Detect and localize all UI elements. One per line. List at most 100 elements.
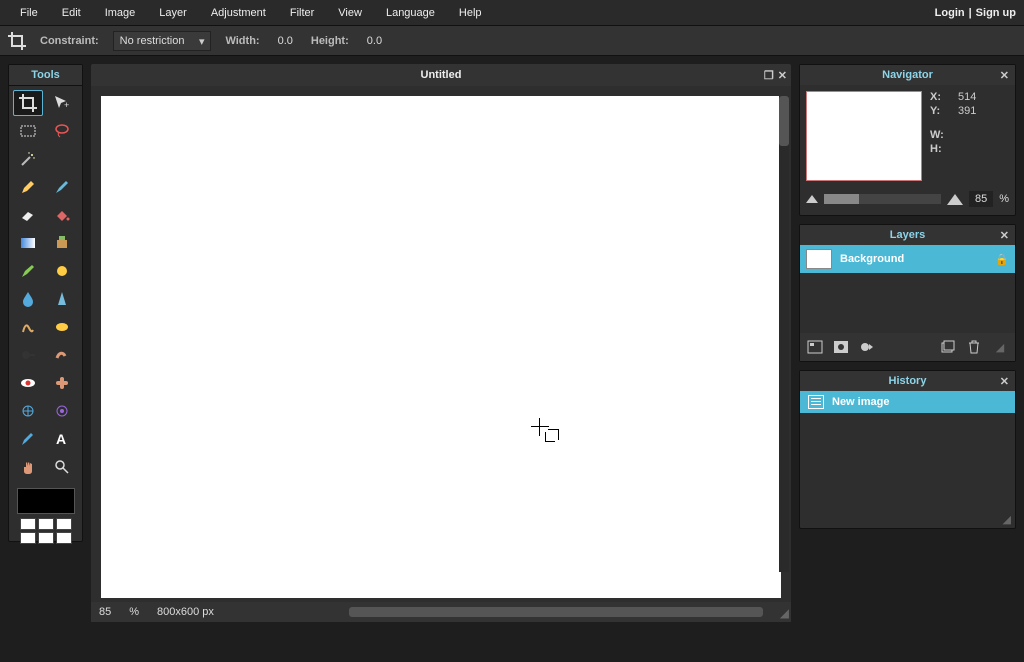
blur-tool[interactable] (13, 286, 43, 312)
constraint-select[interactable]: No restriction (113, 31, 212, 51)
marquee-tool[interactable] (13, 118, 43, 144)
layer-settings-icon[interactable] (806, 339, 824, 355)
lock-icon[interactable]: 🔒 (995, 253, 1009, 266)
drawing-tool[interactable] (47, 258, 77, 284)
swatch[interactable] (56, 518, 72, 530)
swatch[interactable] (20, 532, 36, 544)
zoom-in-icon[interactable] (947, 194, 963, 205)
signup-link[interactable]: Sign up (976, 7, 1016, 19)
burn-tool[interactable] (47, 342, 77, 368)
navigator-preview[interactable] (806, 91, 922, 181)
smudge-tool[interactable] (13, 314, 43, 340)
maximize-icon[interactable]: ❐ (764, 69, 774, 82)
gradient-tool[interactable] (13, 230, 43, 256)
navigator-zoom-pct: % (999, 193, 1009, 205)
pinch-tool[interactable] (47, 398, 77, 424)
canvas-statusbar: 85 % 800x600 px ◢ (91, 602, 791, 622)
history-item[interactable]: New image (800, 391, 1015, 413)
tools-title: Tools (9, 65, 82, 86)
sponge-tool[interactable] (47, 314, 77, 340)
close-icon[interactable]: ✕ (1000, 375, 1009, 388)
sharpen-tool[interactable] (47, 286, 77, 312)
layers-panel: Layers ✕ Background 🔒 (799, 224, 1016, 362)
navigator-info: X:514 Y:391 W: H: (930, 91, 976, 181)
brush-tool[interactable] (47, 174, 77, 200)
tools-panel: Tools + A (8, 64, 83, 542)
layers-header[interactable]: Layers ✕ (800, 225, 1015, 245)
lasso-tool[interactable] (47, 118, 77, 144)
zoom-percent: % (129, 606, 139, 618)
login-link[interactable]: Login (935, 7, 965, 19)
vertical-scrollbar[interactable] (779, 96, 789, 572)
dodge-tool[interactable] (13, 342, 43, 368)
layer-item[interactable]: Background 🔒 (800, 245, 1015, 273)
history-list: New image (800, 391, 1015, 511)
close-icon[interactable]: ✕ (1000, 69, 1009, 82)
main-area: Tools + A (0, 56, 1024, 662)
height-label: Height: (311, 35, 349, 47)
eraser-tool[interactable] (13, 202, 43, 228)
width-value[interactable]: 0.0 (274, 35, 297, 47)
zoom-value: 85 (99, 606, 111, 618)
new-image-icon (808, 395, 824, 409)
menu-language[interactable]: Language (374, 2, 447, 24)
close-icon[interactable]: ✕ (1000, 229, 1009, 242)
zoom-tool[interactable] (47, 454, 77, 480)
new-layer-icon[interactable] (939, 339, 957, 355)
swatch-row-2 (9, 532, 82, 544)
navigator-panel: Navigator ✕ X:514 Y:391 W: H: 85 % (799, 64, 1016, 216)
x-label: X: (930, 91, 948, 103)
horizontal-scrollbar[interactable] (349, 607, 763, 617)
move-tool[interactable]: + (47, 90, 77, 116)
swatch[interactable] (38, 518, 54, 530)
swatch[interactable] (20, 518, 36, 530)
zoom-out-icon[interactable] (806, 195, 818, 203)
swatch[interactable] (38, 532, 54, 544)
svg-text:A: A (56, 431, 66, 447)
colorpicker-tool[interactable] (13, 426, 43, 452)
w-label: W: (930, 129, 948, 141)
foreground-color-swatch[interactable] (17, 488, 75, 514)
layer-thumbnail (806, 249, 832, 269)
navigator-header[interactable]: Navigator ✕ (800, 65, 1015, 85)
menu-layer[interactable]: Layer (147, 2, 199, 24)
menu-view[interactable]: View (326, 2, 374, 24)
history-header[interactable]: History ✕ (800, 371, 1015, 391)
zoom-slider[interactable] (824, 194, 941, 204)
wand-tool[interactable] (13, 146, 43, 172)
resize-grip-icon[interactable]: ◢ (991, 339, 1009, 355)
crop-tool[interactable] (13, 90, 43, 116)
menu-help[interactable]: Help (447, 2, 494, 24)
type-tool[interactable]: A (47, 426, 77, 452)
hand-tool[interactable] (13, 454, 43, 480)
menu-file[interactable]: File (8, 2, 50, 24)
bloat-tool[interactable] (13, 398, 43, 424)
bucket-tool[interactable] (47, 202, 77, 228)
menu-filter[interactable]: Filter (278, 2, 326, 24)
delete-layer-icon[interactable] (965, 339, 983, 355)
canvas-area: Untitled ❐ ✕ 85 % 800x600 px ◢ (91, 64, 791, 654)
menu-edit[interactable]: Edit (50, 2, 93, 24)
menu-adjustment[interactable]: Adjustment (199, 2, 278, 24)
canvas-titlebar[interactable]: Untitled ❐ ✕ (91, 64, 791, 86)
layer-styles-icon[interactable] (858, 339, 876, 355)
pencil-tool[interactable] (13, 174, 43, 200)
resize-grip-icon[interactable]: ◢ (780, 606, 789, 620)
menu-image[interactable]: Image (93, 2, 148, 24)
navigator-zoom-value[interactable]: 85 (969, 191, 993, 207)
close-icon[interactable]: ✕ (778, 69, 787, 82)
history-title: History (889, 375, 927, 387)
colorreplace-tool[interactable] (13, 258, 43, 284)
menu-left: File Edit Image Layer Adjustment Filter … (8, 2, 494, 24)
constraint-label: Constraint: (40, 35, 99, 47)
swatch[interactable] (56, 532, 72, 544)
spotheal-tool[interactable] (47, 370, 77, 396)
canvas[interactable] (101, 96, 781, 598)
height-value[interactable]: 0.0 (363, 35, 386, 47)
clone-tool[interactable] (47, 230, 77, 256)
swatch-row-1 (9, 518, 82, 530)
y-value: 391 (958, 105, 976, 117)
layer-mask-icon[interactable] (832, 339, 850, 355)
redeye-tool[interactable] (13, 370, 43, 396)
resize-grip-icon[interactable]: ◢ (800, 511, 1015, 528)
